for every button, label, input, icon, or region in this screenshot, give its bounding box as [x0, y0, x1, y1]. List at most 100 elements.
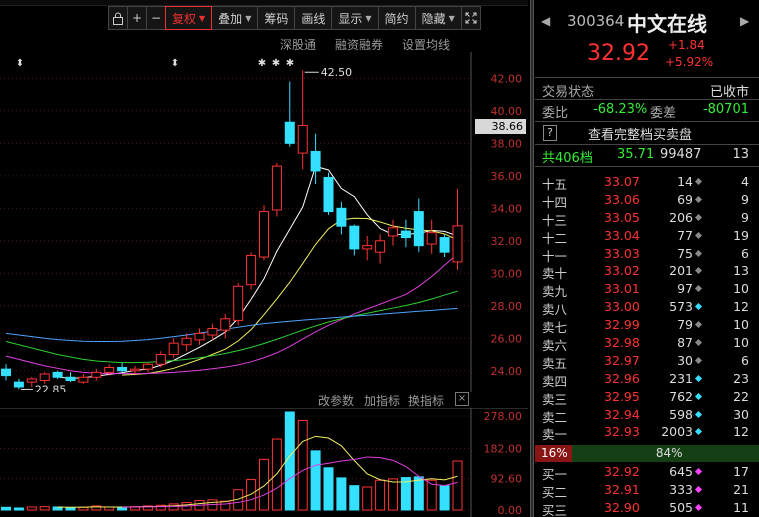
level-volume: 573: [669, 299, 693, 315]
orderbook-row[interactable]: 卖一 32.93 2003 12: [535, 423, 759, 442]
expand-icon: [465, 12, 477, 24]
ma-settings-link[interactable]: 设置均线: [402, 36, 450, 53]
orderbook-row[interactable]: 卖三 32.95 762 22: [535, 388, 759, 407]
orderbook-row[interactable]: 卖七 32.99 79 10: [535, 316, 759, 335]
simple-button[interactable]: 简约: [377, 6, 416, 30]
level-price: 33.02: [604, 263, 640, 279]
next-stock-icon[interactable]: ▶: [740, 14, 749, 28]
level-count: 4: [741, 174, 749, 189]
level-volume: 505: [669, 499, 693, 515]
orderbook-row[interactable]: 十五 33.07 14 4: [535, 173, 759, 192]
level-price: 33.03: [604, 245, 640, 261]
candle-body: [259, 211, 269, 258]
lock-icon: [113, 12, 123, 25]
candle-body: [297, 124, 308, 154]
display-dropdown[interactable]: 显示 ▼: [331, 6, 379, 30]
volume-chart[interactable]: 278.00 182.00 92.60 0.00: [0, 408, 528, 517]
y-tick-label: 24.00: [491, 365, 523, 378]
orderbook-row[interactable]: 卖四 32.96 231 23: [535, 370, 759, 389]
close-indicator-button[interactable]: ×: [455, 392, 469, 406]
change-dot-icon: [694, 467, 703, 476]
levels-count: 13: [732, 147, 749, 162]
volume-bar: [220, 500, 231, 511]
weibi-value: -68.23%: [593, 102, 648, 117]
change-dot-icon: [694, 285, 703, 293]
levels-row: 共406档 35.71 99487 13: [535, 145, 759, 166]
level-volume: 14: [677, 174, 693, 189]
draw-line-button[interactable]: 画线: [294, 6, 333, 30]
add-indicator-button[interactable]: 加指标: [364, 392, 400, 409]
level-count: 9: [741, 191, 749, 207]
weibi-label: 委比: [542, 106, 569, 121]
orderbook-row[interactable]: 卖九 33.01 97 10: [535, 280, 759, 299]
chevron-down-icon: ▼: [365, 13, 372, 23]
prev-stock-icon[interactable]: ◀: [541, 14, 550, 28]
candle-body: [426, 232, 437, 245]
level-count: 30: [733, 406, 749, 422]
orderbook-row[interactable]: 卖十 33.02 201 13: [535, 262, 759, 281]
volume-bar: [413, 476, 424, 511]
y-tick-label: 182.00: [484, 442, 523, 455]
candlestick-chart[interactable]: 42.00 40.00 38.00 36.00 34.00 32.00 30.00 28.00…: [0, 52, 528, 392]
orderbook-row[interactable]: 买三 32.90 505 11: [535, 499, 759, 517]
panel-divider[interactable]: [530, 0, 534, 517]
stock-name: 中文在线: [627, 12, 707, 36]
candle-body: [13, 381, 24, 388]
volume-bar: [452, 460, 463, 511]
hide-dropdown[interactable]: 隐藏 ▼: [414, 6, 462, 30]
zoom-out-button[interactable]: −: [146, 6, 166, 30]
orderbook-row[interactable]: 卖五 32.97 30 6: [535, 352, 759, 371]
levels-price: 35.71: [617, 147, 655, 162]
volume-bar: [336, 477, 347, 511]
question-icon[interactable]: ?: [543, 125, 557, 141]
connect-link[interactable]: 深股通: [280, 36, 316, 53]
chips-button[interactable]: 筹码: [257, 6, 296, 30]
divider: [535, 166, 759, 167]
candle-body: [388, 227, 398, 237]
switch-indicator-button[interactable]: 换指标: [408, 392, 444, 409]
orderbook-row[interactable]: 卖六 32.98 87 10: [535, 334, 759, 353]
orderbook-row[interactable]: 买二 32.91 333 21: [535, 481, 759, 500]
level-count: 6: [741, 352, 749, 368]
candle-body: [168, 342, 179, 356]
orderbook-row[interactable]: 卖八 33.00 573 12: [535, 298, 759, 317]
lock-button[interactable]: [108, 6, 128, 30]
volume-bar: [323, 467, 334, 511]
restore-rights-dropdown[interactable]: 复权 ▼: [165, 6, 213, 30]
bid-book: 买一 32.92 645 17 买二 32.91 333 21 买三 32.90 505 11: [535, 463, 759, 517]
volume-bar: [388, 478, 398, 511]
change-dot-icon: [694, 303, 703, 311]
full-orderbook-link[interactable]: 查看完整档买卖盘: [588, 124, 692, 143]
orderbook-row[interactable]: 十四 33.06 69 9: [535, 191, 759, 210]
orderbook-row[interactable]: 十一 33.03 75 6: [535, 245, 759, 264]
orderbook-row[interactable]: 十三 33.05 206 9: [535, 209, 759, 228]
zoom-in-button[interactable]: +: [127, 6, 147, 30]
change-dot-icon: [694, 321, 703, 329]
orderbook-row[interactable]: 十二 33.04 77 19: [535, 227, 759, 246]
status-value: 已收市: [709, 85, 749, 100]
level-volume: 77: [677, 227, 693, 243]
orderbook-row[interactable]: 买一 32.92 645 17: [535, 463, 759, 482]
change-params-button[interactable]: 改参数: [318, 392, 354, 409]
y-tick-label: 36.00: [491, 170, 523, 183]
candle-body: [246, 254, 257, 286]
level-price: 32.93: [604, 424, 640, 440]
candle-body: [400, 230, 411, 239]
margin-link[interactable]: 融资融券: [335, 36, 383, 53]
volume-bar: [310, 450, 321, 511]
change-dot-icon: [694, 392, 703, 400]
stock-code: 300364: [567, 12, 625, 30]
quote-header: ◀ 300364 中文在线 ▶: [535, 6, 759, 36]
level-count: 10: [733, 281, 749, 297]
volume-bar: [168, 503, 179, 511]
fullscreen-button[interactable]: [460, 6, 481, 30]
overlay-dropdown[interactable]: 叠加 ▼: [211, 6, 259, 30]
level-volume: 201: [669, 263, 693, 279]
orderbook-row[interactable]: 卖二 32.94 598 30: [535, 406, 759, 425]
ask-book: 十五 33.07 14 4 十四 33.06 69 9 十三 33.05 206 9 十二 33.04 77…: [535, 173, 759, 442]
change-dot-icon: [694, 485, 703, 493]
candle-body: [349, 225, 360, 250]
volume-bar: [65, 507, 76, 511]
candle-body: [65, 376, 76, 382]
level-price: 32.99: [604, 317, 640, 333]
